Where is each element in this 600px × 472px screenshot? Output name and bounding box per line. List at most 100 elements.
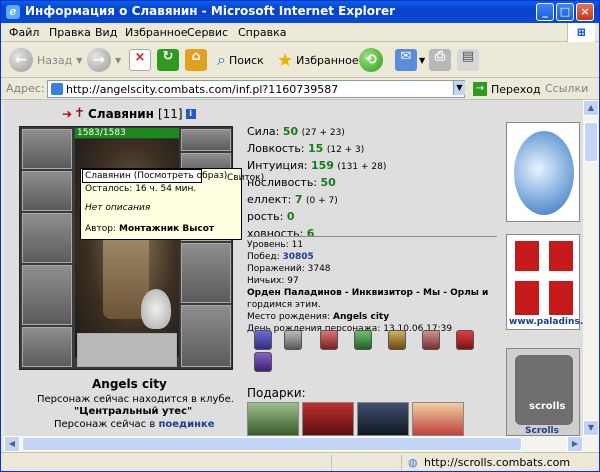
character-portrait: 1583/1583 [19, 126, 233, 370]
badge-5-icon[interactable] [388, 330, 406, 350]
gift-3[interactable] [357, 402, 409, 436]
leggings-slot[interactable] [181, 243, 231, 303]
menu-favorites[interactable]: Избранное [125, 26, 187, 39]
stats-panel: Сила: 50 (27 + 23) Ловкость: 15 (12 + 3) И… [247, 124, 386, 243]
banner-scrolls[interactable]: scrolls Scrolls [506, 348, 580, 436]
stop-icon: × [129, 49, 151, 71]
info-panel: Уровень: 11 Побед: 30805 Поражений: 3748… [247, 234, 497, 335]
owl-pet-icon [141, 289, 171, 329]
emblem-slot [77, 333, 177, 367]
menu-file[interactable]: Файл [9, 26, 39, 39]
mail-button[interactable]: ✉ ▼ [395, 46, 425, 74]
favorites-button[interactable]: ★ Избранное [277, 46, 359, 74]
horizontal-scrollbar[interactable]: ◀ ▶ [4, 436, 599, 452]
stat-label: Сила: [247, 125, 280, 138]
stat-sub: (131 + 28) [337, 162, 387, 172]
tooltip-author: Монтажник Высот [119, 224, 215, 234]
birthplace-line: Место рождения: Angels city [247, 312, 390, 322]
search-button[interactable]: ⌕ Поиск [217, 46, 264, 74]
vertical-scrollbar[interactable]: ▲ ▼ [583, 100, 599, 436]
helmet-slot[interactable] [22, 129, 72, 169]
paladin-cross-icon: ✝ [74, 106, 85, 121]
address-label: Адрес: [6, 82, 45, 95]
scrolls-link[interactable]: Scrolls [525, 426, 559, 436]
menu-help[interactable]: Справка [238, 26, 286, 39]
badge-8-icon[interactable] [254, 352, 272, 372]
stat-sub: (27 + 23) [301, 128, 345, 138]
home-button[interactable]: ⌂ [185, 46, 207, 74]
banner-paladins[interactable]: www.paladins.r [506, 234, 583, 330]
close-button[interactable]: × [576, 3, 594, 21]
ring-slots[interactable] [181, 129, 231, 151]
scroll-left-button[interactable]: ◀ [4, 436, 20, 452]
windows-logo-icon: ⊞ [567, 23, 595, 42]
search-icon: ⌕ [217, 50, 226, 69]
character-header: ➔ ✝ Славянин [11] i [62, 106, 196, 121]
links-button[interactable]: Ссылки [545, 82, 588, 95]
horizontal-scroll-thumb[interactable] [22, 437, 522, 451]
badge-2-icon[interactable] [284, 330, 302, 350]
maximize-button[interactable]: □ [556, 3, 574, 21]
badge-3-icon[interactable] [320, 330, 338, 350]
badge-4-icon[interactable] [354, 330, 372, 350]
scrolls-text: scrolls [529, 401, 566, 412]
belt-slot[interactable] [22, 327, 72, 367]
badge-6-icon[interactable] [422, 330, 440, 350]
status-bar: ◍ http://scrolls.combats.com [1, 452, 599, 472]
history-button[interactable]: ⟲ [359, 46, 387, 74]
forward-button[interactable]: → ▼ [87, 46, 121, 74]
mail-icon: ✉ [395, 49, 417, 71]
stat-value: 50 [282, 125, 299, 138]
browser-window: e Информация о Славянин - Microsoft Inte… [0, 0, 600, 472]
boots-slot[interactable] [181, 305, 231, 367]
gift-4[interactable] [412, 402, 464, 436]
stat-label: еллект: [247, 193, 292, 206]
clan-emblem-icon [514, 131, 574, 215]
armor-slot[interactable] [22, 265, 72, 325]
city-name: Angels city [92, 377, 167, 391]
stat-row: Интуиция: 159 (131 + 28) [247, 158, 386, 175]
badge-1-icon[interactable] [254, 330, 272, 350]
refresh-button[interactable]: ↻ [157, 46, 179, 74]
window-title: Информация о Славянин - Microsoft Intern… [25, 4, 396, 18]
banner-clan-emblem[interactable] [506, 122, 580, 222]
minimize-button[interactable]: _ [536, 3, 554, 21]
go-button[interactable]: → Переход [473, 82, 541, 96]
badge-7-icon[interactable] [456, 330, 474, 350]
stat-label: Ловкость: [247, 142, 305, 155]
battle-link[interactable]: поединке [158, 419, 214, 430]
bracers-slot[interactable] [22, 171, 72, 211]
scroll-down-button[interactable]: ▼ [583, 420, 599, 436]
info-icon[interactable]: i [185, 108, 196, 119]
menu-tools[interactable]: Сервис [187, 26, 228, 39]
location-club: "Центральный утес" [74, 406, 193, 417]
losses-line: Поражений: 3748 [247, 264, 331, 274]
stat-label: рость: [247, 210, 284, 223]
stat-sub: (12 + 3) [326, 145, 365, 155]
order-line: Орден Паладинов - Инквизитор - Мы - Орлы… [247, 288, 489, 298]
weapon-slot[interactable] [22, 213, 72, 263]
tooltip-title[interactable]: Славянин (Посмотреть образ) [82, 169, 227, 183]
stop-button[interactable]: × [129, 46, 151, 74]
hp-bar: 1583/1583 [75, 128, 179, 138]
menu-edit[interactable]: Правка [49, 26, 91, 39]
menu-view[interactable]: Вид [95, 26, 117, 39]
back-button[interactable]: ← Назад ▼ [9, 46, 82, 74]
address-url: http://angelscity.combats.com/inf.pl?116… [66, 83, 339, 96]
print-button[interactable]: ⎙ [429, 46, 451, 74]
stat-row: еллект: 7 (0 + 7) [247, 192, 386, 209]
address-dropdown[interactable]: ▼ [453, 81, 465, 95]
divider [247, 236, 497, 237]
stat-value: 7 [294, 193, 303, 206]
vertical-scroll-thumb[interactable] [584, 122, 598, 162]
item-tooltip: Славянин (Посмотреть образ) Свиток) Оста… [80, 168, 264, 240]
scroll-right-button[interactable]: ▶ [567, 436, 583, 452]
address-input[interactable]: http://angelscity.combats.com/inf.pl?116… [47, 80, 465, 98]
tooltip-author-label: Автор: [85, 224, 116, 234]
stat-label: носливость: [247, 176, 318, 189]
edit-button[interactable]: ▤ [457, 46, 479, 74]
gift-2[interactable] [302, 402, 354, 436]
gift-1[interactable] [247, 402, 299, 436]
paladins-link[interactable]: www.paladins.r [509, 317, 583, 327]
scroll-up-button[interactable]: ▲ [583, 100, 599, 116]
